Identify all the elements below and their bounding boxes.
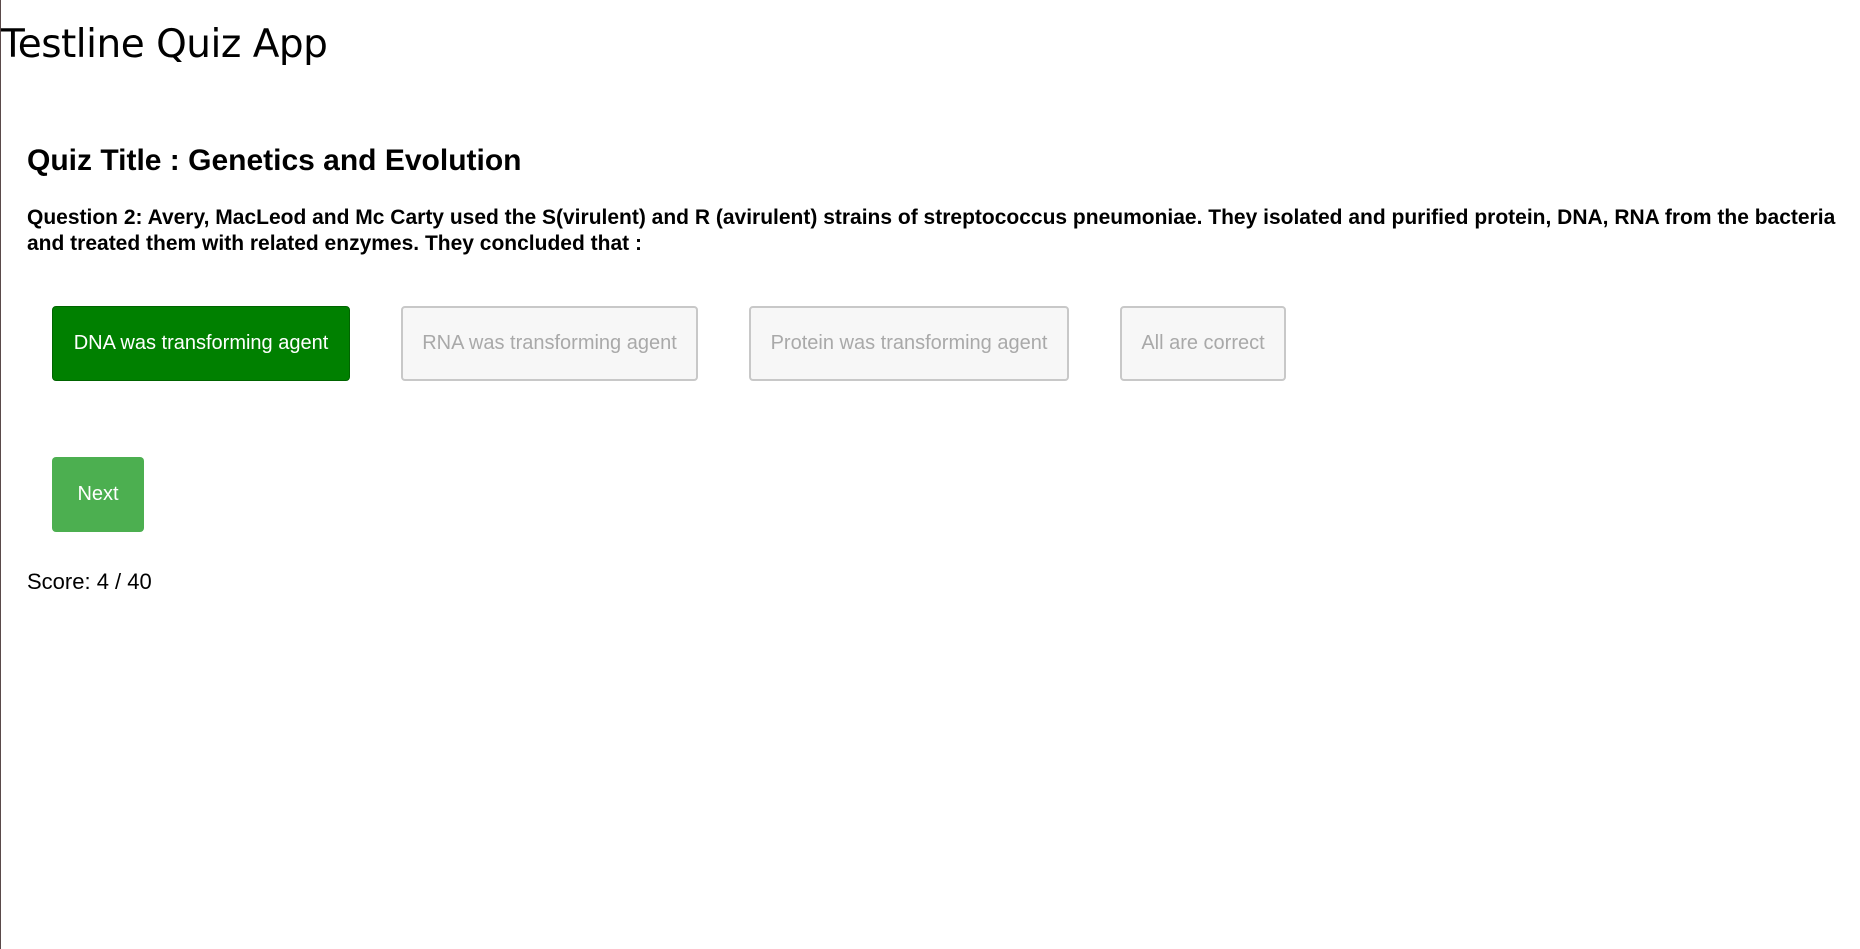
next-button[interactable]: Next — [52, 457, 144, 532]
option-button-1[interactable]: DNA was transforming agent — [52, 306, 350, 381]
score-text: Score: 4 / 40 — [27, 569, 152, 594]
app-title: Testline Quiz App — [1, 22, 328, 67]
option-button-4[interactable]: All are correct — [1120, 306, 1286, 381]
option-button-3[interactable]: Protein was transforming agent — [749, 306, 1069, 381]
option-button-2[interactable]: RNA was transforming agent — [401, 306, 698, 381]
quiz-title: Quiz Title : Genetics and Evolution — [27, 144, 522, 177]
question-text: Question 2: Avery, MacLeod and Mc Carty … — [27, 206, 1836, 255]
answer-options: DNA was transforming agent RNA was trans… — [52, 306, 1286, 381]
